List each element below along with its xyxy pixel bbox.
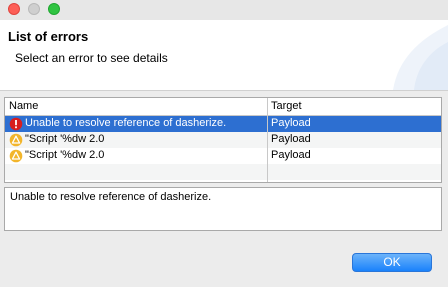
table-header: Name Target — [5, 98, 441, 116]
window-titlebar — [0, 0, 448, 20]
dialog-subtitle: Select an error to see details — [15, 51, 168, 65]
error-icon — [9, 117, 23, 131]
error-target: Payload — [271, 149, 311, 161]
close-window-button[interactable] — [8, 3, 20, 15]
ok-button[interactable]: OK — [352, 253, 432, 272]
error-name: Unable to resolve reference of dasherize… — [25, 117, 227, 129]
dialog-title: List of errors — [8, 29, 89, 44]
header-decoration — [393, 25, 448, 90]
error-target: Payload — [271, 117, 311, 129]
warning-icon — [9, 133, 23, 147]
column-header-name[interactable]: Name — [9, 100, 38, 112]
error-name: "Script '%dw 2.0 — [25, 133, 105, 145]
column-header-target[interactable]: Target — [271, 100, 302, 112]
error-target: Payload — [271, 133, 311, 145]
error-details-text: Unable to resolve reference of dasherize… — [10, 191, 212, 203]
table-row[interactable]: "Script '%dw 2.0 Payload — [5, 132, 441, 148]
error-details-panel[interactable]: Unable to resolve reference of dasherize… — [4, 187, 442, 231]
table-row-empty — [5, 164, 441, 180]
table-row[interactable]: "Script '%dw 2.0 Payload — [5, 148, 441, 164]
zoom-window-button[interactable] — [48, 3, 60, 15]
errors-table[interactable]: Name Target Unable to resolve reference … — [4, 97, 442, 183]
warning-icon — [9, 149, 23, 163]
minimize-window-button[interactable] — [28, 3, 40, 15]
table-row[interactable]: Unable to resolve reference of dasherize… — [5, 116, 441, 132]
dialog-header: List of errors Select an error to see de… — [0, 20, 448, 91]
error-name: "Script '%dw 2.0 — [25, 149, 105, 161]
column-divider[interactable] — [267, 98, 268, 182]
